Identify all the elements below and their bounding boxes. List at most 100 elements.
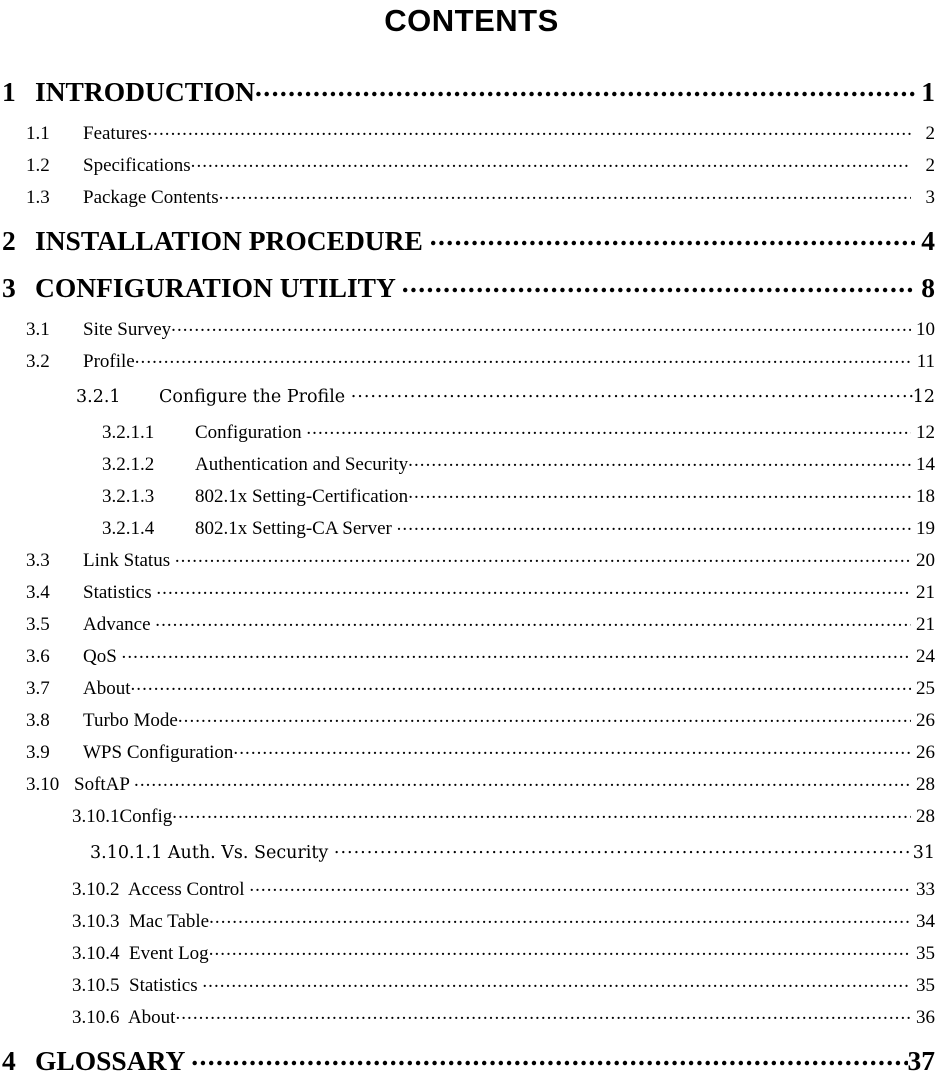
toc-entry[interactable]: 3.10.1.1 Auth. Vs. Security 31 xyxy=(2,840,935,862)
toc-dot-leader xyxy=(175,1004,911,1023)
toc-entry-label: 3.10.1Config xyxy=(72,806,173,828)
toc-entry-page-number: 12 xyxy=(912,386,935,407)
toc-entry-label: INTRODUCTION xyxy=(35,75,256,107)
toc-dot-leader xyxy=(191,1042,907,1070)
toc-dot-leader xyxy=(178,707,911,726)
toc-dot-leader xyxy=(135,348,911,367)
toc-dot-leader xyxy=(209,940,911,959)
toc-entry[interactable]: 3.10.4 Event Log 35 xyxy=(2,940,935,963)
toc-entry-page-number: 4 xyxy=(921,224,935,256)
toc-entry-label: 802.1x Setting-CA Server xyxy=(195,518,397,540)
toc-dot-leader xyxy=(430,222,915,250)
toc-entry[interactable]: 3.3 Link Status 20 xyxy=(2,547,935,570)
toc-dot-leader xyxy=(202,972,911,991)
toc-entry-number: 1.2 xyxy=(26,155,50,177)
toc-entry[interactable]: 1.2 Specifications 2 xyxy=(2,152,935,175)
toc-entry[interactable]: 3.2.1.1 Configuration 12 xyxy=(2,419,935,442)
toc-entry-number: 3.5 xyxy=(26,614,50,636)
toc-entry[interactable]: 3 CONFIGURATION UTILITY 8 xyxy=(2,269,935,301)
toc-entry-page-number: 26 xyxy=(916,742,935,764)
toc-entry-page-number: 20 xyxy=(916,550,935,572)
toc-entry-number: 3.2.1.2 xyxy=(102,454,155,476)
toc-dot-leader xyxy=(408,451,911,470)
toc-entry[interactable]: 3.2 Profile 11 xyxy=(2,348,935,371)
toc-dot-leader xyxy=(134,771,911,790)
toc-entry[interactable]: 3.6 QoS 24 xyxy=(2,643,935,666)
toc-entry-label: 3.10.6 About xyxy=(72,1007,176,1029)
toc-entry-page-number: 28 xyxy=(916,774,935,796)
toc-entry-page-number: 19 xyxy=(916,518,935,540)
toc-dot-leader xyxy=(191,152,911,171)
toc-entry-number: 3.2.1 xyxy=(76,386,121,407)
toc-entry-page-number: 37 xyxy=(907,1044,936,1076)
toc-entry[interactable]: 3.7 About 25 xyxy=(2,675,935,698)
toc-entry-number: 3.6 xyxy=(26,646,50,668)
toc-entry[interactable]: 3.10.6 About 36 xyxy=(2,1004,935,1027)
toc-entry-label: Configure the Profile xyxy=(159,386,351,407)
toc-entry-page-number: 35 xyxy=(916,943,935,965)
toc-entry[interactable]: 1.3 Package Contents 3 xyxy=(2,184,935,207)
toc-entry[interactable]: 3.10.1Config 28 xyxy=(2,803,935,826)
toc-entry[interactable]: 3.10.2 Access Control 33 xyxy=(2,876,935,899)
toc-entry[interactable]: 3.2.1.3 802.1x Setting-Certification 18 xyxy=(2,483,935,506)
toc-entry-number: 3 xyxy=(2,271,16,303)
toc-entry-label: CONFIGURATION UTILITY xyxy=(35,271,402,303)
toc-entry-number: 3.2.1.4 xyxy=(102,518,155,540)
toc-dot-leader xyxy=(155,611,911,630)
toc-entry-label: 3.10.4 Event Log xyxy=(72,943,209,965)
toc-dot-leader xyxy=(209,908,911,927)
toc-entry-label: About xyxy=(83,678,131,700)
toc-entry-number: 3.2 xyxy=(26,351,50,373)
toc-dot-leader xyxy=(397,515,911,534)
toc-entry[interactable]: 3.10 SoftAP 28 xyxy=(2,771,935,794)
toc-dot-leader xyxy=(175,547,911,566)
toc-entry-page-number: 35 xyxy=(916,975,935,997)
toc-entry[interactable]: 3.5 Advance 21 xyxy=(2,611,935,634)
toc-entry-page-number: 2 xyxy=(925,123,936,145)
toc-entry[interactable]: 3.8 Turbo Mode 26 xyxy=(2,707,935,730)
toc-dot-leader xyxy=(351,384,913,402)
page-title: CONTENTS xyxy=(384,3,559,38)
toc-dot-leader xyxy=(408,483,911,502)
toc-dot-leader xyxy=(233,739,911,758)
toc-entry-number: 1.3 xyxy=(26,187,50,209)
toc-entry-label: Site Survey xyxy=(83,319,172,341)
toc-entry-page-number: 10 xyxy=(916,319,935,341)
toc-entry[interactable]: 1 INTRODUCTION 1 xyxy=(2,73,935,105)
toc-entry-page-number: 26 xyxy=(916,710,935,732)
toc-entry-number: 3.2.1.1 xyxy=(102,422,155,444)
toc-entry[interactable]: 4 GLOSSARY 37 xyxy=(2,1042,935,1074)
toc-entry-number: 3.7 xyxy=(26,678,50,700)
toc-entry[interactable]: 3.10.5 Statistics 35 xyxy=(2,972,935,995)
toc-entry-number: 3.1 xyxy=(26,319,50,341)
toc-entry-label: 802.1x Setting-Certification xyxy=(195,486,409,508)
toc-entry-page-number: 1 xyxy=(921,75,935,107)
toc-dot-leader xyxy=(306,419,911,438)
toc-entry[interactable]: 3.2.1.2 Authentication and Security 14 xyxy=(2,451,935,474)
toc-entry[interactable]: 3.9 WPS Configuration 26 xyxy=(2,739,935,762)
toc-entry[interactable]: 3.1 Site Survey 10 xyxy=(2,316,935,339)
toc-entry-number: 3.8 xyxy=(26,710,50,732)
toc-entry-label: Authentication and Security xyxy=(195,454,409,476)
toc-entry-label: SoftAP xyxy=(74,774,135,796)
toc-entry-number: 3.2.1.3 xyxy=(102,486,155,508)
toc-dot-leader xyxy=(172,803,911,822)
toc-dot-leader xyxy=(219,184,911,203)
toc-entry-page-number: 21 xyxy=(916,582,935,604)
toc-entry[interactable]: 2 INSTALLATION PROCEDURE 4 xyxy=(2,222,935,254)
toc-entry-page-number: 24 xyxy=(916,646,935,668)
toc-entry-label: 3.10.2 Access Control xyxy=(72,879,250,901)
toc-entry-label: QoS xyxy=(83,646,122,668)
toc-entry-number: 3.3 xyxy=(26,550,50,572)
toc-entry[interactable]: 3.4 Statistics 21 xyxy=(2,579,935,602)
toc-entry-label: Features xyxy=(83,123,148,145)
toc-entry[interactable]: 3.2.1 Configure the Profile 12 xyxy=(2,384,935,406)
toc-entry-page-number: 14 xyxy=(916,454,935,476)
toc-entry-label: Configuration xyxy=(195,422,307,444)
toc-entry-page-number: 21 xyxy=(916,614,935,636)
toc-dot-leader xyxy=(156,579,911,598)
table-of-contents: 1 INTRODUCTION 1 1.1 Features 2 1.2 Specificati… xyxy=(0,73,943,1074)
toc-entry[interactable]: 1.1 Features 2 xyxy=(2,120,935,143)
toc-entry[interactable]: 3.10.3 Mac Table 34 xyxy=(2,908,935,931)
toc-entry[interactable]: 3.2.1.4 802.1x Setting-CA Server 19 xyxy=(2,515,935,538)
